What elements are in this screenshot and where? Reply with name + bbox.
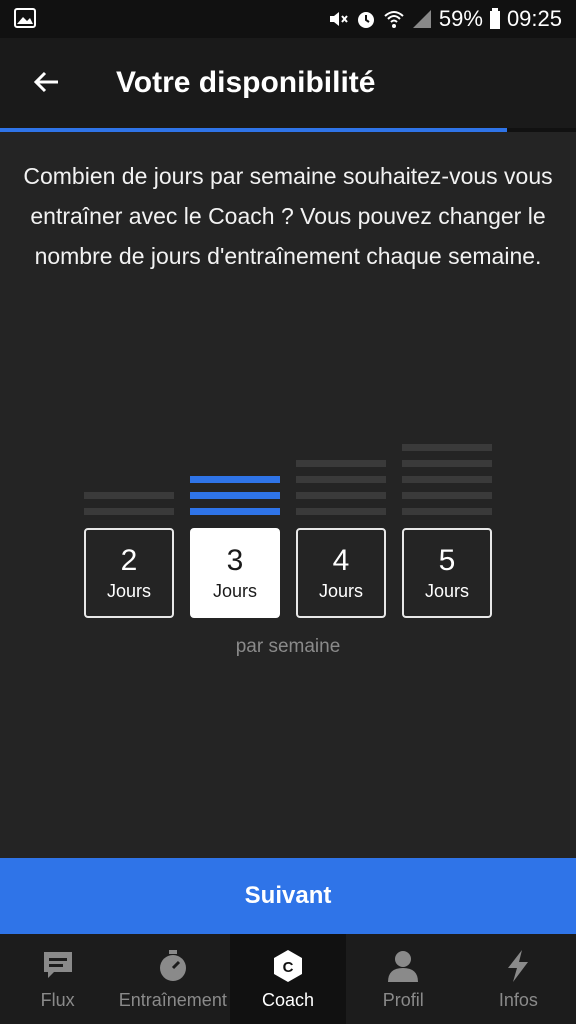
question-text: Combien de jours par semaine souhaitez-v…	[23, 163, 553, 269]
alarm-icon	[357, 12, 374, 28]
level-bar	[190, 508, 280, 515]
day-unit: Jours	[318, 581, 363, 601]
day-button-3[interactable]: 3 Jours	[190, 528, 280, 618]
battery-icon	[489, 8, 500, 29]
nav-label: Profil	[382, 990, 424, 1010]
day-count: 5	[438, 544, 456, 577]
app-bar: Votre disponibilité	[0, 38, 576, 130]
level-bar	[190, 476, 280, 483]
nav-item-flux[interactable]: Flux	[0, 934, 115, 1024]
day-unit: Jours	[212, 581, 257, 601]
svg-text:C: C	[283, 959, 294, 976]
day-option-5: 5 Jours	[402, 440, 492, 620]
page-title: Votre disponibilité	[116, 66, 376, 99]
per-week-caption: par semaine	[235, 636, 341, 657]
nav-item-profil[interactable]: Profil	[346, 934, 461, 1024]
day-unit: Jours	[424, 581, 469, 601]
level-bar	[402, 508, 492, 515]
level-bar	[296, 508, 386, 515]
day-option-2: 2 Jours	[84, 440, 174, 620]
level-bar	[84, 508, 174, 515]
nav-item-infos[interactable]: Infos	[461, 934, 576, 1024]
person-icon	[385, 948, 421, 984]
level-bar	[190, 492, 280, 499]
back-button[interactable]	[20, 56, 72, 108]
bottom-navigation: Flux Entraînement C Coach Profil Infos	[0, 934, 576, 1024]
level-bar	[402, 444, 492, 451]
next-button[interactable]: Suivant	[0, 858, 576, 934]
chat-icon	[40, 948, 76, 984]
image-icon	[14, 8, 36, 28]
clock: 09:25	[506, 6, 562, 31]
lightning-icon	[500, 948, 536, 984]
level-bar	[84, 492, 174, 499]
nav-item-entraînement[interactable]: Entraînement	[115, 934, 230, 1024]
day-unit: Jours	[106, 581, 151, 601]
stopwatch-icon	[155, 948, 191, 984]
nav-label: Flux	[40, 990, 75, 1010]
level-bar	[402, 492, 492, 499]
nav-label: Infos	[498, 990, 538, 1010]
wifi-icon	[384, 11, 404, 28]
day-count: 2	[120, 544, 138, 577]
status-icons: 59% 09:25	[327, 6, 562, 32]
day-button-2[interactable]: 2 Jours	[84, 528, 174, 618]
nav-label: Coach	[261, 990, 315, 1010]
day-count: 4	[332, 544, 350, 577]
level-bar	[402, 476, 492, 483]
progress-bar	[0, 128, 576, 132]
arrow-left-icon	[33, 71, 58, 93]
status-bar: 59% 09:25	[0, 0, 576, 38]
progress-fill	[0, 128, 507, 132]
day-count: 3	[226, 544, 244, 577]
day-option-4: 4 Jours	[296, 440, 386, 620]
days-selector: 2 Jours 3 Jours 4 Jours 5 Jours	[84, 440, 492, 620]
level-bar	[296, 476, 386, 483]
day-button-5[interactable]: 5 Jours	[402, 528, 492, 618]
battery-percent: 59%	[438, 6, 483, 31]
nav-label: Entraînement	[118, 990, 227, 1010]
level-bar	[402, 460, 492, 467]
level-bar	[296, 492, 386, 499]
coach-icon: C	[270, 948, 306, 984]
day-option-3: 3 Jours	[190, 440, 280, 620]
nav-item-coach[interactable]: C Coach	[230, 934, 346, 1024]
day-button-4[interactable]: 4 Jours	[296, 528, 386, 618]
mute-icon	[329, 12, 348, 26]
signal-icon	[412, 10, 431, 28]
level-bar	[296, 460, 386, 467]
